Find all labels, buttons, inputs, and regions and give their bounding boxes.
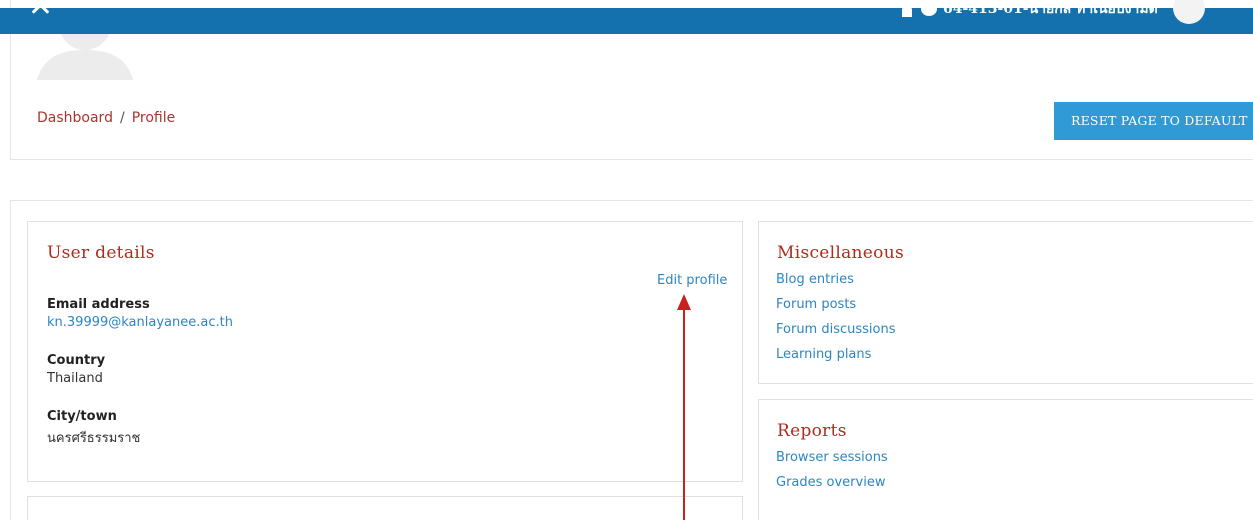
reports-title: Reports <box>777 421 847 441</box>
country-field: Country Thailand <box>47 353 105 386</box>
grades-overview-link[interactable]: Grades overview <box>776 475 885 490</box>
email-label: Email address <box>47 297 150 312</box>
course-details-card <box>27 496 743 520</box>
reset-page-button[interactable]: RESET PAGE TO DEFAULT <box>1054 102 1253 140</box>
learning-plans-link[interactable]: Learning plans <box>776 347 871 362</box>
email-value-link[interactable]: kn.39999@kanlayanee.ac.th <box>47 315 233 330</box>
edit-profile-link[interactable]: Edit profile <box>657 273 727 288</box>
city-label: City/town <box>47 409 117 424</box>
breadcrumb-separator: / <box>119 110 125 126</box>
breadcrumb-dashboard[interactable]: Dashboard <box>37 110 113 126</box>
top-navbar: 64-413-01-นายกสิ ทำเนียบงามดี <box>0 0 1253 34</box>
city-value: นครศรีธรรมราช <box>47 431 141 446</box>
forum-posts-link[interactable]: Forum posts <box>776 297 856 312</box>
country-value: Thailand <box>47 371 103 386</box>
miscellaneous-title: Miscellaneous <box>777 243 904 263</box>
user-details-card: User details Edit profile Email address … <box>27 221 743 482</box>
blog-entries-link[interactable]: Blog entries <box>776 272 854 287</box>
user-details-title: User details <box>47 243 155 263</box>
reports-card: Reports Browser sessions Grades overview <box>758 399 1253 520</box>
email-field: Email address kn.39999@kanlayanee.ac.th <box>47 297 233 330</box>
breadcrumb: Dashboard / Profile <box>37 110 175 126</box>
forum-discussions-link[interactable]: Forum discussions <box>776 322 896 337</box>
miscellaneous-card: Miscellaneous Blog entries Forum posts F… <box>758 221 1253 384</box>
annotation-arrow-line <box>683 308 685 520</box>
avatar[interactable] <box>1173 0 1205 24</box>
navbar-user-name[interactable]: 64-413-01-นายกสิ ทำเนียบงามดี <box>943 2 1158 16</box>
chat-icon[interactable] <box>921 2 937 16</box>
browser-sessions-link[interactable]: Browser sessions <box>776 450 888 465</box>
city-field: City/town นครศรีธรรมราช <box>47 409 140 448</box>
close-icon[interactable] <box>30 0 50 14</box>
country-label: Country <box>47 353 106 368</box>
bell-icon[interactable] <box>899 2 915 17</box>
breadcrumb-profile[interactable]: Profile <box>132 110 176 126</box>
